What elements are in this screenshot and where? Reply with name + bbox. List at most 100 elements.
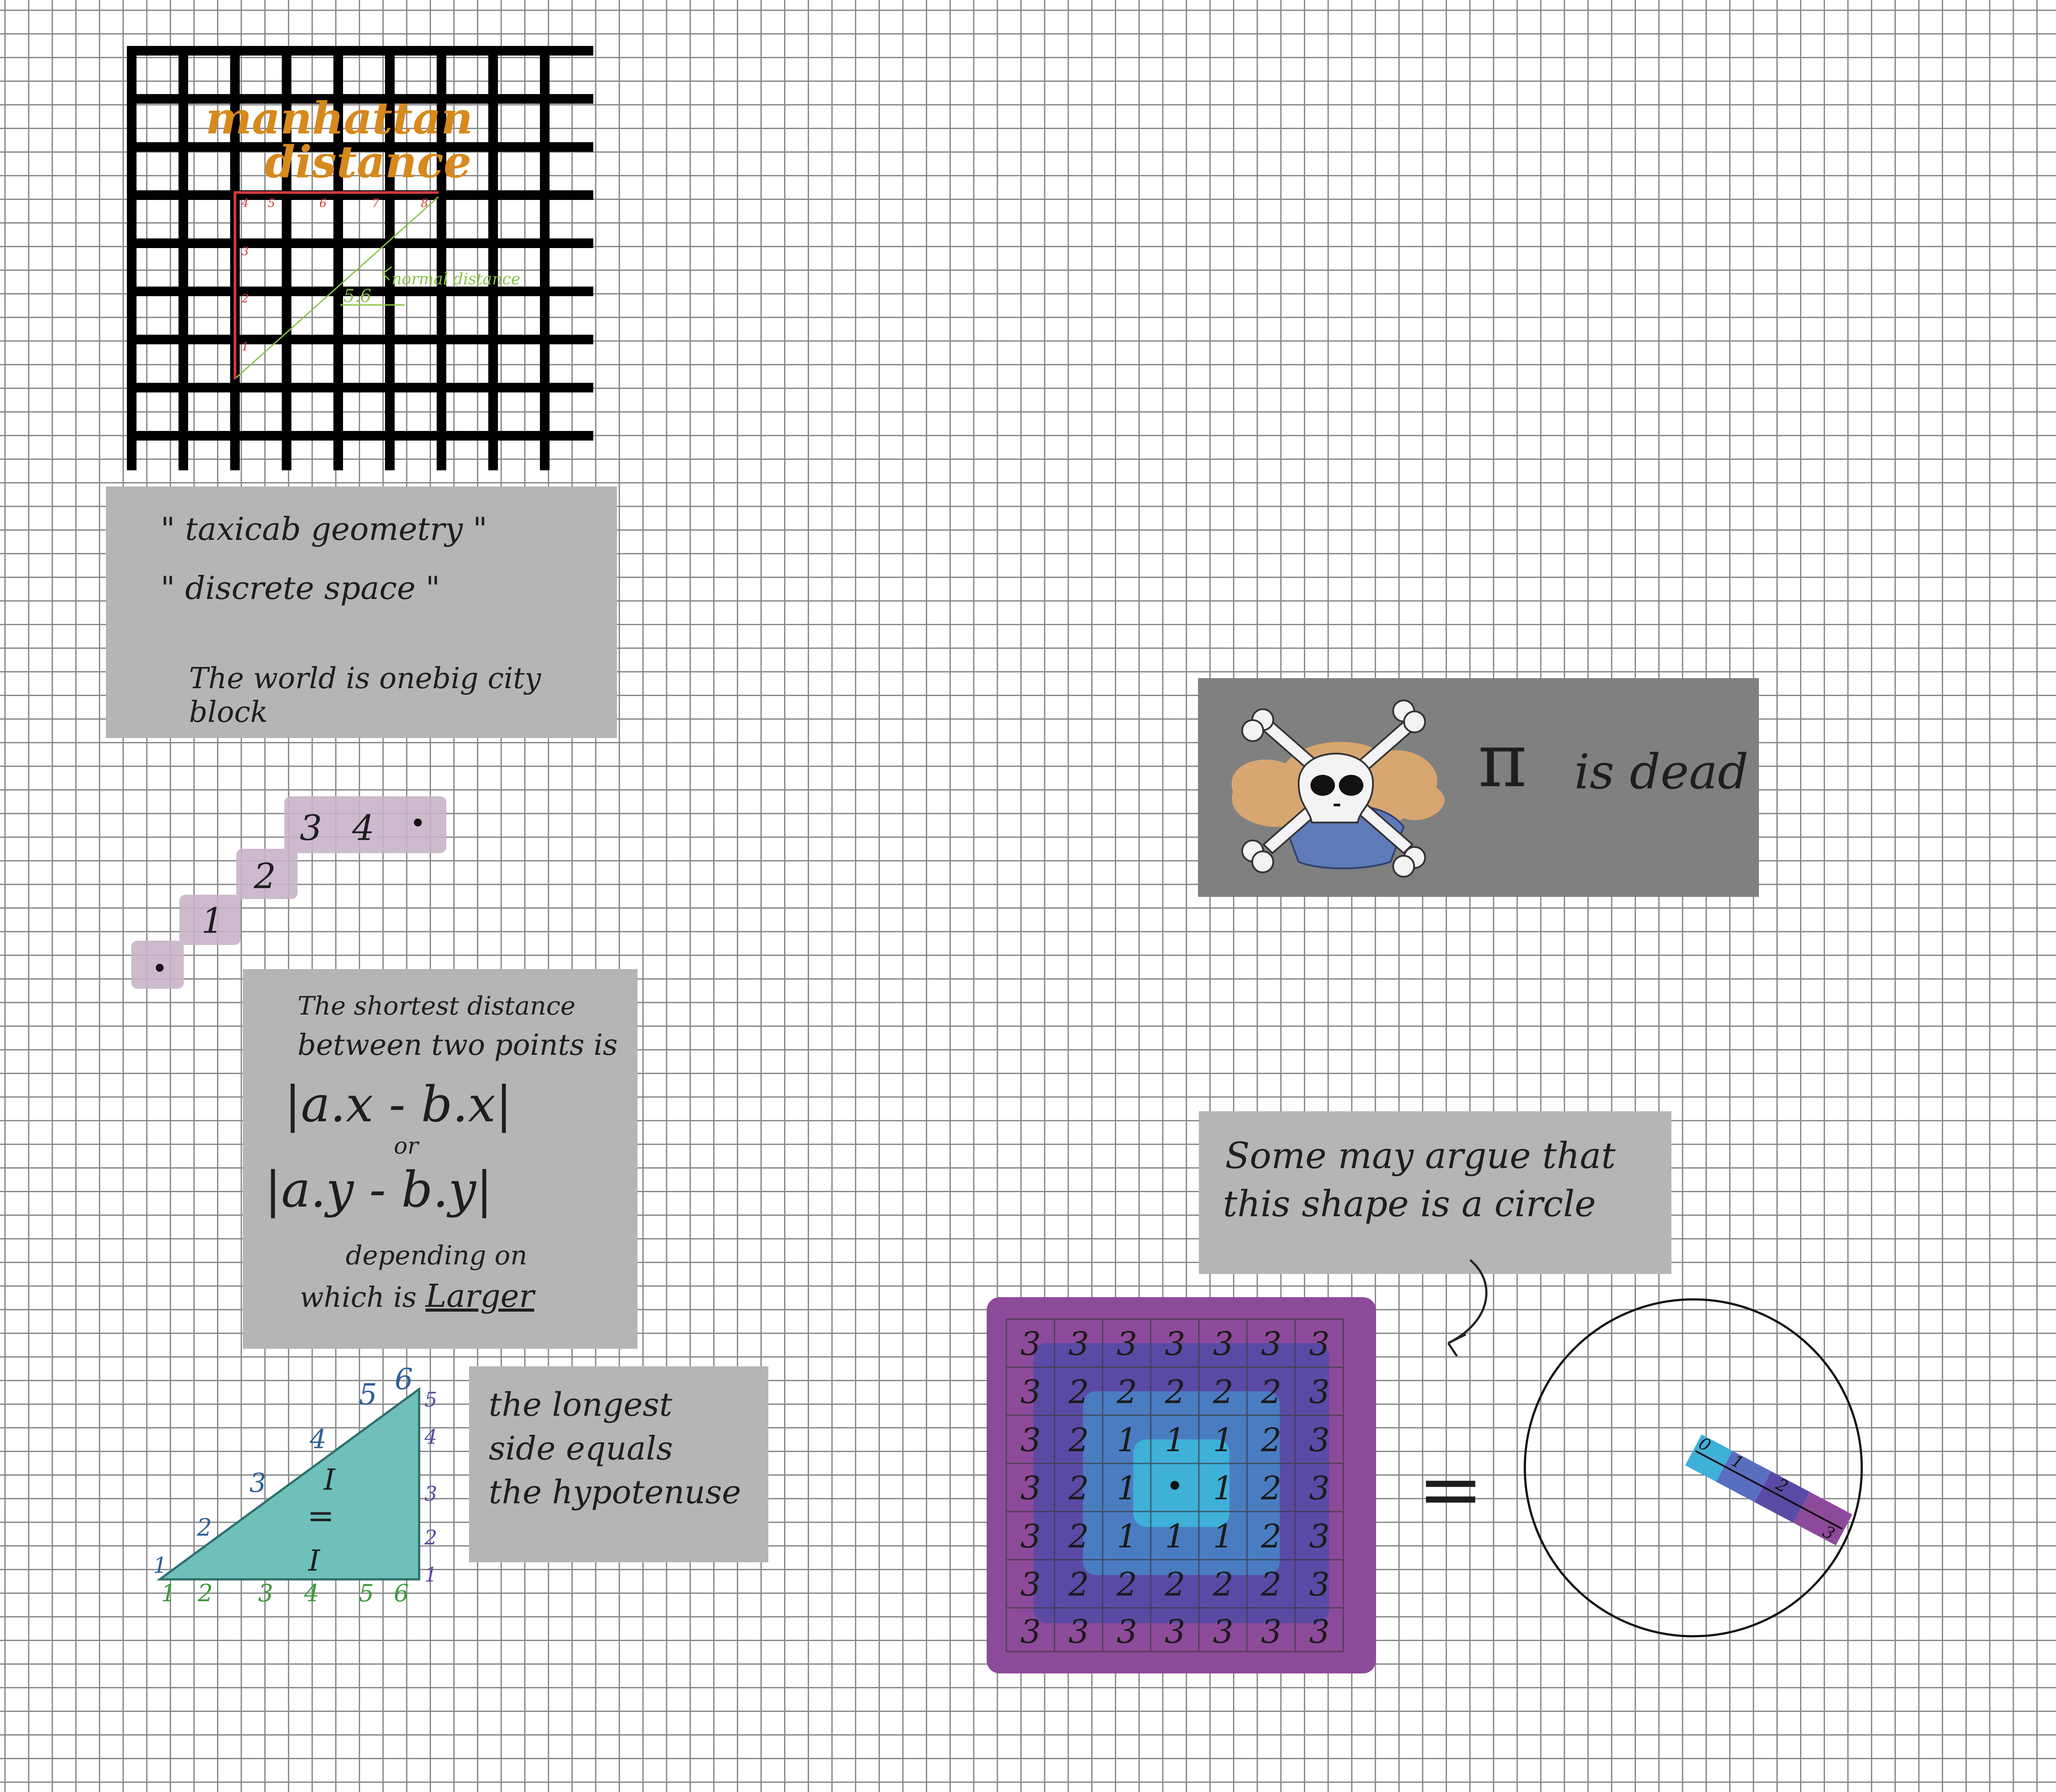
triangle-figure: 1 2 3 4 5 6 1 2 3 4 5 1 2 3 4 5 6 I = I bbox=[149, 1362, 455, 1608]
top-tick: 6 bbox=[319, 197, 327, 210]
step-label: 2 bbox=[253, 856, 276, 896]
top-tick: 8 bbox=[421, 197, 428, 210]
ring-cell: 3 bbox=[1309, 1613, 1330, 1651]
distance-card: The shortest distance between two points… bbox=[243, 969, 637, 1349]
pi-text: is dead bbox=[1574, 744, 1749, 800]
right-tick: 4 bbox=[424, 1425, 437, 1449]
bottom-tick: 4 bbox=[304, 1579, 319, 1607]
ring-cell: 3 bbox=[1261, 1613, 1282, 1651]
distance-line-2: between two points is bbox=[298, 1028, 618, 1062]
ring-cell: 3 bbox=[1261, 1325, 1282, 1363]
triangle-drawing: 1 2 3 4 5 6 1 2 3 4 5 1 2 3 4 5 6 I = I bbox=[153, 1362, 437, 1607]
circle-line-1: Some may argue that bbox=[1225, 1135, 1616, 1177]
ring-cell: 1 bbox=[1117, 1470, 1137, 1507]
hypotenuse-line-3: the hypotenuse bbox=[489, 1474, 741, 1511]
ring-cell: 2 bbox=[1068, 1470, 1089, 1507]
city-grid-drawing: manhattan distance 4 5 6 7 8 3 2 1 5.6 n… bbox=[127, 46, 593, 470]
ring-cell: 2 bbox=[1164, 1373, 1185, 1411]
ring-cell: 2 bbox=[1212, 1566, 1233, 1603]
radius-bar: 0 1 2 3 bbox=[1685, 1433, 1853, 1546]
hyp-tick: 1 bbox=[153, 1553, 167, 1578]
ring-cell: 3 bbox=[1165, 1325, 1185, 1363]
ring-cell: 1 bbox=[1213, 1421, 1233, 1459]
bottom-tick: 3 bbox=[258, 1579, 273, 1607]
skull-crossbones-icon bbox=[1231, 700, 1445, 878]
ring-cell: 1 bbox=[1213, 1470, 1233, 1507]
ring-cell: 2 bbox=[1068, 1421, 1089, 1459]
ring-cell: 3 bbox=[1020, 1518, 1041, 1555]
ring-cell: 3 bbox=[1213, 1613, 1233, 1651]
ring-cell: 3 bbox=[1309, 1566, 1330, 1603]
distance-line-3: depending on bbox=[346, 1240, 527, 1271]
city-grid: manhattan distance 4 5 6 7 8 3 2 1 5.6 n… bbox=[127, 46, 593, 470]
ring-cell: 3 bbox=[1068, 1613, 1089, 1651]
step-label: 4 bbox=[352, 808, 375, 848]
ring-cell: 2 bbox=[1068, 1566, 1089, 1603]
larger-text: Larger bbox=[425, 1278, 534, 1314]
right-tick: 1 bbox=[424, 1563, 437, 1586]
ring-cell: 3 bbox=[1020, 1470, 1041, 1507]
bottom-tick: 2 bbox=[197, 1579, 213, 1607]
ring-cell: 3 bbox=[1117, 1613, 1137, 1651]
step-label: 1 bbox=[201, 900, 224, 941]
ring-cell: 2 bbox=[1068, 1518, 1089, 1555]
staircase-drawing: 1 2 3 4 bbox=[131, 796, 446, 989]
ring-cell: 2 bbox=[1116, 1373, 1137, 1411]
taxicab-line-3: The world is onebig city block bbox=[189, 662, 541, 729]
right-tick: 5 bbox=[424, 1388, 437, 1411]
right-tick: 3 bbox=[424, 1482, 437, 1505]
ring-cell: 3 bbox=[1309, 1373, 1330, 1411]
ring-cell: 3 bbox=[1309, 1518, 1330, 1555]
formula-or: or bbox=[394, 1133, 419, 1159]
hypotenuse-line-2: side equals bbox=[489, 1430, 673, 1467]
ring-cell: 2 bbox=[1164, 1566, 1185, 1603]
taxicab-line-1: " taxicab geometry " bbox=[161, 511, 487, 547]
curved-arrow bbox=[1435, 1256, 1505, 1357]
circle-line-2: this shape is a circle bbox=[1223, 1183, 1596, 1225]
ring-cell: 3 bbox=[1020, 1325, 1041, 1363]
ring-cell: 3 bbox=[1213, 1325, 1233, 1363]
distance-rings: 3 3 3 3 3 3 3 3 2 2 2 2 2 3 3 2 1 1 1 2 … bbox=[980, 1293, 1383, 1678]
hyp-tick: 6 bbox=[395, 1363, 413, 1396]
ring-cell: 2 bbox=[1261, 1470, 1282, 1507]
diagonal-value: 5.6 bbox=[343, 286, 371, 306]
right-tick: 2 bbox=[424, 1526, 437, 1549]
ring-cell: 1 bbox=[1165, 1518, 1185, 1555]
ring-cell: 2 bbox=[1212, 1373, 1233, 1411]
ring-cell: 3 bbox=[1165, 1613, 1185, 1651]
pi-symbol: π bbox=[1478, 718, 1527, 804]
euclidean-circle: 0 1 2 3 bbox=[1523, 1291, 1899, 1641]
ring-cell: 2 bbox=[1261, 1421, 1282, 1459]
end-point bbox=[414, 819, 422, 826]
ring-cell: 2 bbox=[1261, 1518, 1282, 1555]
equality-left: I bbox=[323, 1463, 336, 1497]
title-line-2: distance bbox=[265, 136, 471, 188]
staircase: 1 2 3 4 bbox=[131, 796, 451, 989]
hypotenuse-card: the longest side equals the hypotenuse bbox=[469, 1366, 768, 1562]
ring-cell: 3 bbox=[1020, 1613, 1041, 1651]
formula-y: |a.y - b.y| bbox=[265, 1162, 493, 1218]
ring-cell: 3 bbox=[1068, 1325, 1089, 1363]
hyp-tick: 3 bbox=[249, 1468, 266, 1498]
taxicab-line-2: " discrete space " bbox=[161, 570, 440, 606]
ring-cell: 1 bbox=[1165, 1421, 1185, 1459]
ring-cell: 3 bbox=[1309, 1421, 1330, 1459]
ring-cell: 1 bbox=[1117, 1421, 1137, 1459]
ring-cell: 3 bbox=[1309, 1325, 1330, 1363]
radius-line bbox=[1695, 1450, 1843, 1530]
bottom-tick: 5 bbox=[359, 1579, 374, 1607]
side-tick: 2 bbox=[241, 292, 249, 305]
bottom-tick: 6 bbox=[394, 1579, 409, 1607]
diagonal-label: normal distance bbox=[392, 270, 520, 288]
curved-arrow-icon bbox=[1447, 1259, 1488, 1357]
ring-cell: 1 bbox=[1117, 1518, 1137, 1555]
ring-cell: 2 bbox=[1116, 1566, 1137, 1603]
bottom-tick: 1 bbox=[161, 1579, 176, 1607]
right-triangle bbox=[156, 1387, 420, 1581]
top-tick: 4 bbox=[241, 197, 249, 210]
ring-cell: 3 bbox=[1020, 1566, 1041, 1603]
equality-sign: = bbox=[307, 1497, 334, 1535]
hypotenuse-line-1: the longest bbox=[489, 1386, 672, 1424]
side-tick: 1 bbox=[242, 340, 249, 354]
center-point bbox=[1170, 1481, 1179, 1490]
